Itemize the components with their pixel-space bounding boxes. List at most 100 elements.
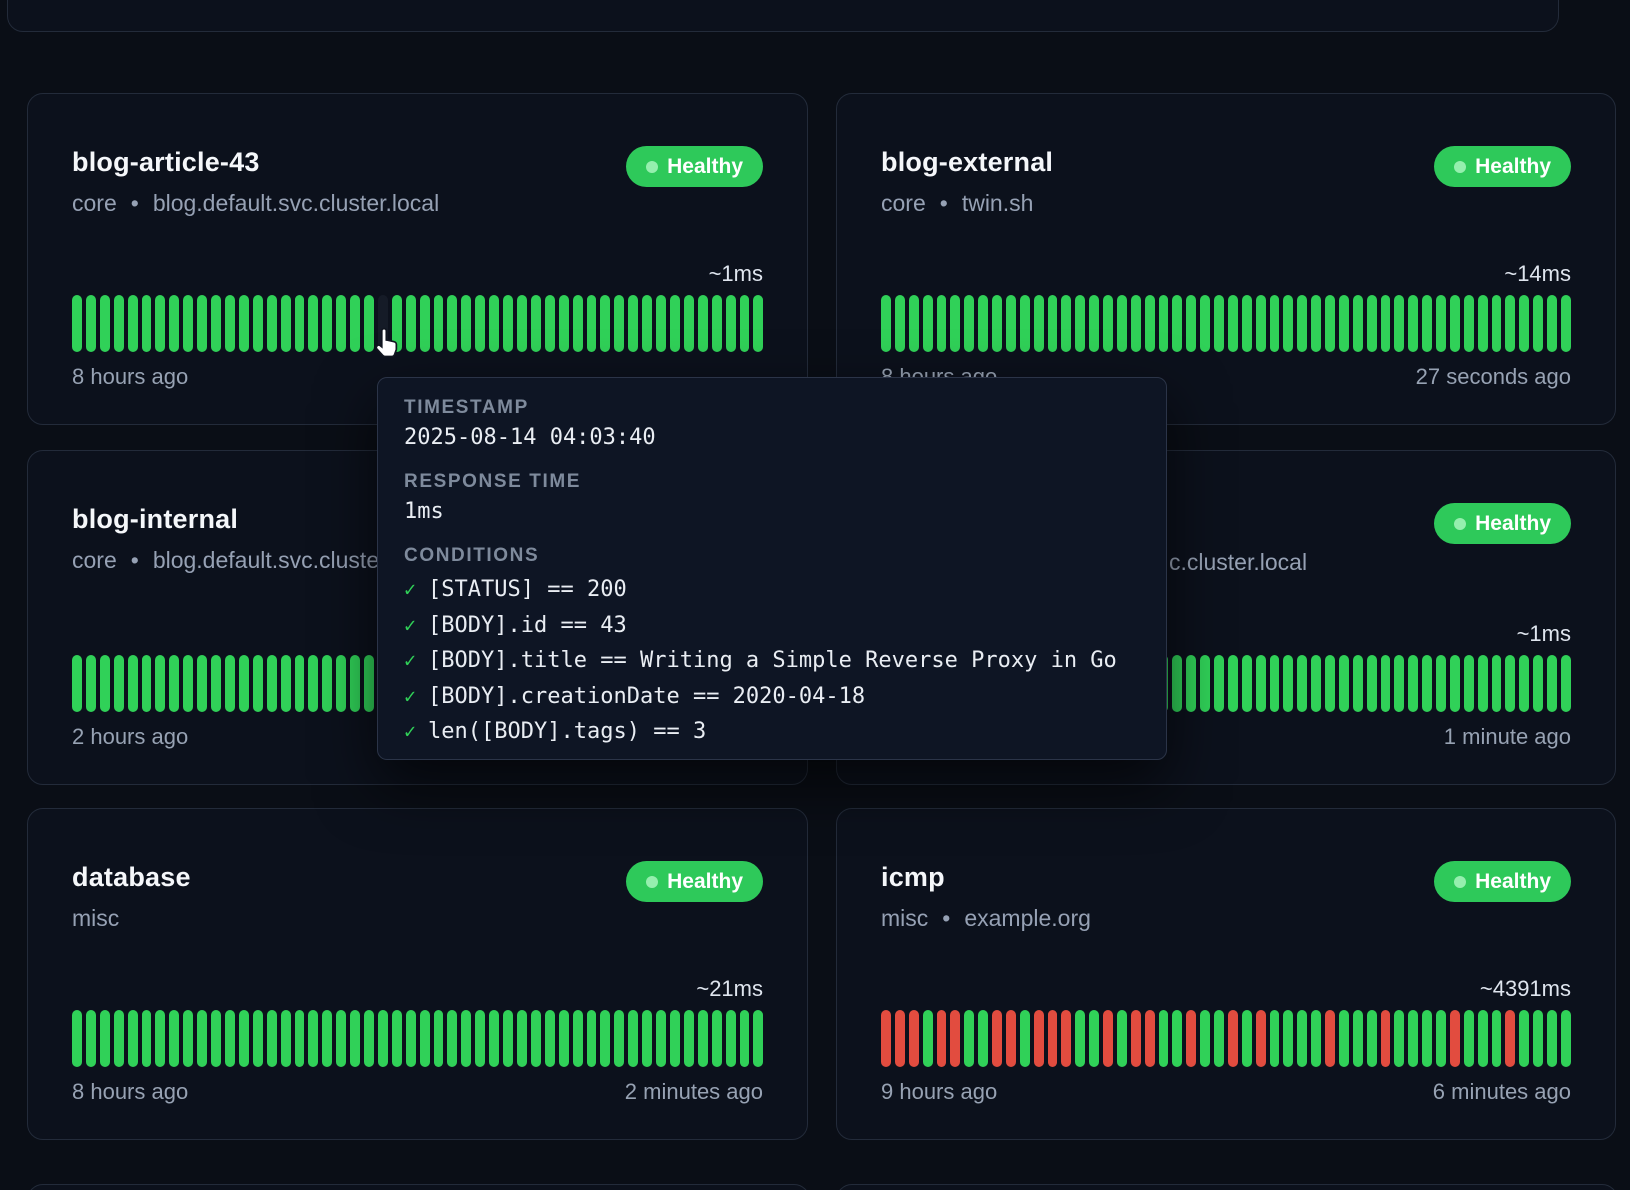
- health-bar[interactable]: [1394, 1010, 1404, 1067]
- health-bar[interactable]: [1533, 1010, 1543, 1067]
- health-bar[interactable]: [155, 295, 165, 352]
- health-bar[interactable]: [281, 1010, 291, 1067]
- service-name[interactable]: icmp: [881, 861, 1091, 893]
- health-bar[interactable]: [1242, 1010, 1252, 1067]
- health-bar[interactable]: [1561, 655, 1571, 712]
- health-bar[interactable]: [670, 1010, 680, 1067]
- health-bar[interactable]: [128, 295, 138, 352]
- health-bar[interactable]: [1519, 1010, 1529, 1067]
- health-bar[interactable]: [239, 655, 249, 712]
- health-bar[interactable]: [1325, 295, 1335, 352]
- health-bar[interactable]: [753, 295, 763, 352]
- health-bar[interactable]: [1006, 295, 1016, 352]
- health-bar[interactable]: [1422, 655, 1432, 712]
- health-bar[interactable]: [881, 295, 891, 352]
- health-bar[interactable]: [559, 295, 569, 352]
- health-bar[interactable]: [573, 1010, 583, 1067]
- health-bar[interactable]: [1505, 1010, 1515, 1067]
- health-bar[interactable]: [517, 295, 527, 352]
- health-bar[interactable]: [434, 1010, 444, 1067]
- health-bar[interactable]: [573, 295, 583, 352]
- health-bar[interactable]: [1186, 1010, 1196, 1067]
- health-bar[interactable]: [992, 1010, 1002, 1067]
- health-bar[interactable]: [100, 295, 110, 352]
- health-bar[interactable]: [1519, 295, 1529, 352]
- health-bar[interactable]: [350, 295, 360, 352]
- health-bar[interactable]: [1034, 1010, 1044, 1067]
- health-bar[interactable]: [1145, 1010, 1155, 1067]
- health-bar[interactable]: [281, 655, 291, 712]
- health-bar[interactable]: [1339, 295, 1349, 352]
- health-bar[interactable]: [364, 655, 374, 712]
- health-bar[interactable]: [559, 1010, 569, 1067]
- health-bar[interactable]: [1450, 655, 1460, 712]
- health-bar[interactable]: [1200, 295, 1210, 352]
- health-bar[interactable]: [1492, 655, 1502, 712]
- health-bar[interactable]: [614, 1010, 624, 1067]
- health-bar[interactable]: [909, 1010, 919, 1067]
- health-bar[interactable]: [114, 655, 124, 712]
- health-bar[interactable]: [1367, 655, 1377, 712]
- health-bar[interactable]: [656, 1010, 666, 1067]
- health-bar[interactable]: [1075, 1010, 1085, 1067]
- health-bar[interactable]: [142, 295, 152, 352]
- health-bar[interactable]: [1436, 655, 1446, 712]
- health-bar[interactable]: [364, 1010, 374, 1067]
- health-bar[interactable]: [114, 295, 124, 352]
- health-bar[interactable]: [670, 295, 680, 352]
- health-bar[interactable]: [1561, 1010, 1571, 1067]
- health-bar[interactable]: [1478, 655, 1488, 712]
- health-bar[interactable]: [239, 1010, 249, 1067]
- health-bar[interactable]: [1256, 295, 1266, 352]
- health-bar[interactable]: [447, 1010, 457, 1067]
- health-bar[interactable]: [1117, 295, 1127, 352]
- health-bar[interactable]: [503, 295, 513, 352]
- health-bar[interactable]: [950, 1010, 960, 1067]
- health-bar[interactable]: [253, 295, 263, 352]
- health-bar[interactable]: [698, 295, 708, 352]
- health-bar[interactable]: [142, 1010, 152, 1067]
- health-bar[interactable]: [1547, 295, 1557, 352]
- health-bar[interactable]: [183, 1010, 193, 1067]
- health-bar[interactable]: [964, 1010, 974, 1067]
- health-bar[interactable]: [1325, 655, 1335, 712]
- health-bar[interactable]: [475, 1010, 485, 1067]
- health-bar[interactable]: [420, 295, 430, 352]
- health-bar[interactable]: [267, 1010, 277, 1067]
- health-bar[interactable]: [1214, 1010, 1224, 1067]
- health-bar[interactable]: [1381, 1010, 1391, 1067]
- health-bar[interactable]: [1478, 1010, 1488, 1067]
- health-bar[interactable]: [712, 1010, 722, 1067]
- health-bar[interactable]: [1311, 655, 1321, 712]
- health-bar[interactable]: [642, 295, 652, 352]
- health-bar[interactable]: [1242, 295, 1252, 352]
- health-bar[interactable]: [336, 295, 346, 352]
- health-bar[interactable]: [1533, 655, 1543, 712]
- health-bar[interactable]: [350, 655, 360, 712]
- health-bar[interactable]: [517, 1010, 527, 1067]
- health-bar[interactable]: [86, 655, 96, 712]
- health-bar[interactable]: [1505, 655, 1515, 712]
- health-bar[interactable]: [267, 655, 277, 712]
- health-bar[interactable]: [1103, 295, 1113, 352]
- health-bar[interactable]: [1020, 295, 1030, 352]
- health-bar[interactable]: [1228, 1010, 1238, 1067]
- health-bar[interactable]: [1367, 1010, 1377, 1067]
- health-bar[interactable]: [1408, 295, 1418, 352]
- health-bar[interactable]: [1353, 1010, 1363, 1067]
- health-bar[interactable]: [1034, 295, 1044, 352]
- health-bar[interactable]: [461, 295, 471, 352]
- health-bar[interactable]: [142, 655, 152, 712]
- health-bar[interactable]: [197, 655, 207, 712]
- health-bar[interactable]: [1131, 295, 1141, 352]
- health-bar[interactable]: [322, 295, 332, 352]
- health-bar[interactable]: [1283, 655, 1293, 712]
- health-bar[interactable]: [211, 295, 221, 352]
- health-bar[interactable]: [239, 295, 249, 352]
- health-bar[interactable]: [684, 1010, 694, 1067]
- health-bar[interactable]: [600, 1010, 610, 1067]
- health-bar[interactable]: [684, 295, 694, 352]
- health-bar[interactable]: [225, 1010, 235, 1067]
- health-bar[interactable]: [211, 1010, 221, 1067]
- health-bar[interactable]: [295, 1010, 305, 1067]
